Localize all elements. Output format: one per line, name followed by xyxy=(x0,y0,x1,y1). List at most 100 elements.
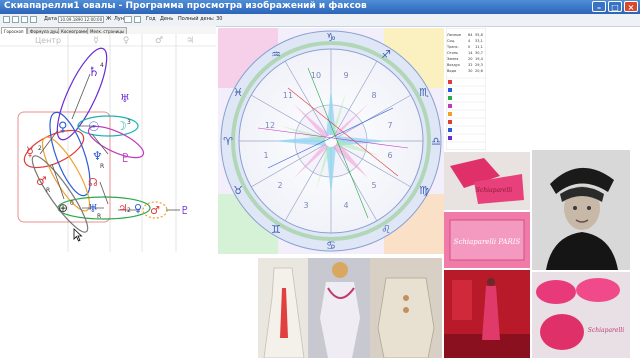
red-room-photo xyxy=(444,270,530,358)
date-field[interactable]: 10.09.1890 12:00:00 xyxy=(58,16,104,23)
row-7-label: Вода xyxy=(447,69,456,73)
row-3-value: 11,1 xyxy=(475,45,483,49)
soul-formula-diagram: Центр ☿ ♀ ♂ ♃ ♄ 4 ♅ ♀ ☉ ☽ 3 ☿ 2 ♆ R ♇ ♂ … xyxy=(0,34,216,252)
minimize-button[interactable]: – xyxy=(592,1,606,12)
house-10: 10 xyxy=(311,71,321,80)
uranus2-sub: R xyxy=(97,213,101,220)
scorpio-glyph: ♏ xyxy=(419,86,429,99)
earth-glyph: ⊕ xyxy=(58,201,68,215)
gemini-glyph: ♊ xyxy=(271,223,281,236)
house-12: 12 xyxy=(265,121,275,130)
row-4-value: 30,7 xyxy=(475,51,483,55)
house-2: 2 xyxy=(277,181,282,190)
option-year[interactable]: Год xyxy=(146,16,156,22)
row-5-value: 19,4 xyxy=(475,57,484,61)
neptune-sub: R xyxy=(100,163,104,170)
window-controls: – □ × xyxy=(592,1,638,12)
date-suffix: Ж xyxy=(106,16,112,22)
row-4-count: 14 xyxy=(468,51,473,55)
saturn-glyph: ♄ xyxy=(88,65,100,80)
row-7-value: 20,6 xyxy=(475,69,483,73)
settings-icon[interactable] xyxy=(134,16,141,23)
cancer-glyph: ♋ xyxy=(326,239,336,252)
row-1-value: 55,8 xyxy=(475,33,483,37)
libra-glyph: ♎ xyxy=(431,135,441,148)
natal-chart: ♈ ♉ ♊ ♋ ♌ ♍ ♎ ♏ ♐ ♑ ♒ ♓ 1 2 3 4 5 6 7 8 … xyxy=(218,28,444,254)
sagittarius-glyph: ♐ xyxy=(381,48,391,61)
house-5: 5 xyxy=(371,181,376,190)
row-6-count: 32 xyxy=(468,63,472,67)
save-icon[interactable] xyxy=(21,16,28,23)
row-4-label: Огонь xyxy=(447,51,458,55)
print-icon[interactable] xyxy=(30,16,37,23)
pluto2-glyph: ♇ xyxy=(180,204,190,217)
capricorn-glyph: ♑ xyxy=(326,31,336,44)
pink-gloves-label: Schiaparelli xyxy=(476,187,513,194)
house-3: 3 xyxy=(303,201,308,210)
row-5-label: Земля xyxy=(447,57,458,61)
node-glyph: ☊ xyxy=(88,176,98,189)
pink-gloves-photo: Schiaparelli xyxy=(444,152,530,210)
aquarius-glyph: ♒ xyxy=(271,48,281,61)
portrait-photo xyxy=(532,150,630,270)
house-8: 8 xyxy=(371,91,376,100)
title-bar: Скиапарелли1 овалы - Программа просмотра… xyxy=(0,0,640,14)
option-day[interactable]: День xyxy=(160,16,173,22)
header-center: Центр xyxy=(35,36,61,45)
tab-horoscope[interactable]: Гороскоп xyxy=(1,27,27,34)
header-venus: ♀ xyxy=(123,36,130,46)
sun-glyph: ☉ xyxy=(88,120,100,135)
pluto-glyph: ♇ xyxy=(120,151,131,165)
pink-hats-label: Schiaparelli xyxy=(588,327,625,334)
open-icon[interactable] xyxy=(12,16,19,23)
gray-oval xyxy=(31,155,89,233)
dresses-photo xyxy=(258,258,442,358)
mars-glyph: ♂ xyxy=(36,174,47,188)
window-title: Скиапарелли1 овалы - Программа просмотра… xyxy=(4,1,367,11)
date-label: Дата xyxy=(44,16,57,22)
tab-small-pages[interactable]: Мелк. страницы xyxy=(87,27,128,34)
planet-glyphs: ♄ 4 ♅ ♀ ☉ ☽ 3 ☿ 2 ♆ R ♇ ♂ R ☊ ⊕ 0 ♅ R ♃ … xyxy=(26,62,190,220)
row-3-label: Транс. xyxy=(446,45,459,49)
moon-field[interactable] xyxy=(124,16,132,23)
moon-sup: 3 xyxy=(127,119,131,126)
header-mars: ♂ xyxy=(155,36,163,46)
row-6-label: Воздух xyxy=(447,63,460,67)
pink-box-photo: Schiaparelli PARIS xyxy=(444,212,530,268)
row-2-label: Соц. xyxy=(447,39,455,43)
header-jupiter: ♃ xyxy=(186,36,194,46)
neptune-glyph: ♆ xyxy=(92,149,103,163)
mouse-cursor xyxy=(73,228,83,242)
mars2-glyph: ♂ xyxy=(150,204,160,217)
taurus-glyph: ♉ xyxy=(233,184,243,197)
virgo-glyph: ♍ xyxy=(419,184,429,197)
leo-glyph: ♌ xyxy=(381,223,391,236)
row-3-count: 0 xyxy=(468,45,470,49)
mercury-glyph: ☿ xyxy=(26,145,34,160)
venus-glyph: ♀ xyxy=(58,120,68,135)
pink-hats-photo: Schiaparelli xyxy=(532,272,630,358)
venus2-glyph: ♀ xyxy=(134,202,142,215)
house-6: 6 xyxy=(387,151,392,160)
pisces-glyph: ♓ xyxy=(233,86,243,99)
row-1-label: Личные xyxy=(447,33,461,37)
option-fullday[interactable]: Полный день: 30 xyxy=(178,16,222,22)
pink-box-label: Schiaparelli PARIS xyxy=(454,238,521,246)
row-5-count: 20 xyxy=(468,57,472,61)
mercury-sup: 2 xyxy=(38,145,42,152)
uranus-glyph: ♅ xyxy=(120,92,130,105)
row-2-value: 33,1 xyxy=(475,39,483,43)
saturn-sup: 4 xyxy=(100,62,104,69)
house-4: 4 xyxy=(343,201,348,210)
row-1-count: 64 xyxy=(468,33,473,37)
new-icon[interactable] xyxy=(3,16,10,23)
close-button[interactable]: × xyxy=(624,1,638,12)
house-7: 7 xyxy=(387,121,392,130)
maximize-button[interactable]: □ xyxy=(608,1,622,12)
aries-glyph: ♈ xyxy=(223,135,233,148)
house-9: 9 xyxy=(343,71,348,80)
house-1: 1 xyxy=(263,151,268,160)
jupiter-sup: 2 xyxy=(127,207,131,214)
header-mercury: ☿ xyxy=(93,36,99,46)
stats-table: Личные 64 55,8 Соц. 4 33,1 Транс. 0 11,1… xyxy=(446,28,486,150)
